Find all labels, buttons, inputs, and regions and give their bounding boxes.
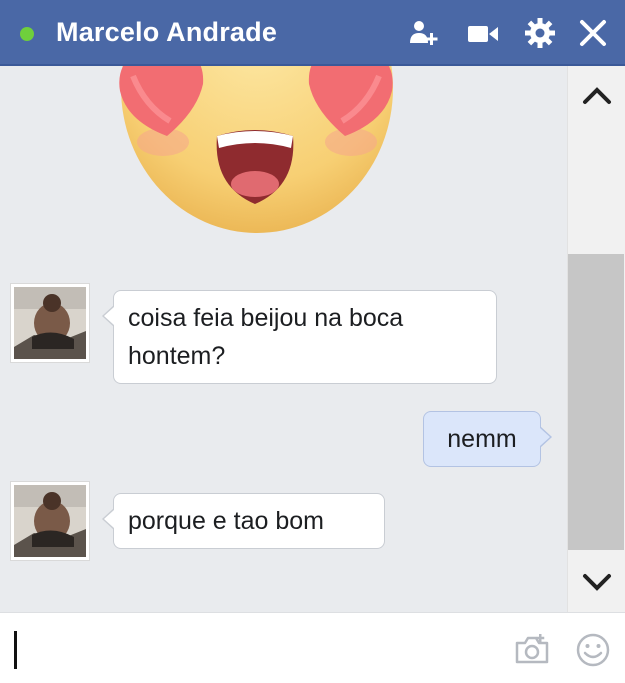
message-text-line: nemm	[447, 425, 517, 453]
chevron-up-icon[interactable]	[568, 66, 625, 126]
add-friend-icon[interactable]	[407, 16, 441, 50]
text-caret	[14, 631, 17, 669]
message-bubble-contact[interactable]: coisa feia beijou na boca hontem?	[102, 290, 497, 384]
message-composer[interactable]	[0, 612, 625, 683]
contact-avatar[interactable]	[11, 284, 89, 362]
scrollbar-thumb[interactable]	[568, 254, 624, 550]
message-text-line: hontem?	[128, 342, 226, 370]
message-text-line: coisa feia beijou na boca	[128, 304, 404, 332]
bubble-tail	[102, 305, 114, 327]
message-thread[interactable]: coisa feia beijou na boca hontem? nemm p…	[0, 66, 625, 612]
message-text-line: porque e tao bom	[128, 507, 324, 535]
close-icon[interactable]	[576, 16, 610, 50]
bubble-tail	[540, 426, 552, 448]
contact-name[interactable]: Marcelo Andrade	[56, 17, 277, 48]
camera-icon[interactable]	[513, 631, 551, 669]
online-status-dot	[20, 27, 34, 41]
video-call-icon[interactable]	[466, 16, 500, 50]
chevron-down-icon[interactable]	[568, 552, 625, 612]
message-bubble-contact[interactable]: porque e tao bom	[102, 493, 385, 549]
gear-icon[interactable]	[523, 16, 557, 50]
contact-avatar[interactable]	[11, 482, 89, 560]
scrollbar[interactable]	[567, 66, 625, 612]
chat-title-bar[interactable]: Marcelo Andrade	[0, 0, 625, 66]
heart-eyes-emoji-sticker	[105, 66, 405, 238]
emoji-icon[interactable]	[574, 631, 612, 669]
message-bubble-me[interactable]: nemm	[423, 411, 552, 467]
message-input[interactable]	[8, 623, 488, 675]
bubble-tail	[102, 508, 114, 530]
